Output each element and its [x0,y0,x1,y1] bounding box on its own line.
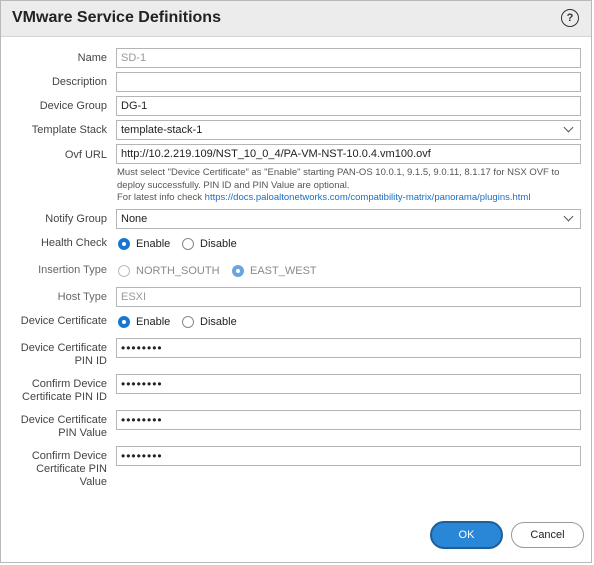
device-certificate-enable-radio[interactable]: Enable [118,316,170,328]
chevron-down-icon [563,211,574,222]
pin-value-label-line2: PIN Value [58,427,107,439]
east-west-label: EAST_WEST [250,265,317,277]
radio-selected-icon [232,265,244,277]
notify-group-value: None [121,213,148,225]
ok-button[interactable]: OK [430,521,503,549]
confirm-pin-id-label: Confirm Device Certificate PIN ID [22,378,107,404]
insertion-north-south-radio[interactable]: NORTH_SOUTH [118,265,220,277]
compatibility-matrix-link[interactable]: https://docs.paloaltonetworks.com/compat… [205,192,531,203]
pin-id-label-line1: Device Certificate [20,342,107,354]
pin-id-label-line2: PIN ID [74,355,107,367]
template-stack-label: Template Stack [31,124,107,136]
cancel-button[interactable]: Cancel [511,522,584,548]
device-certificate-disable-radio[interactable]: Disable [182,316,237,328]
device-group-input[interactable]: DG-1 [116,96,581,116]
health-check-enable-radio[interactable]: Enable [118,238,170,250]
health-check-disable-radio[interactable]: Disable [182,238,237,250]
confirm-pin-id-label-line1: Confirm Device [31,378,107,390]
confirm-pin-value-label-line1: Confirm Device [31,450,107,462]
confirm-pin-value-label: Confirm Device Certificate PIN Value [32,450,107,489]
vmware-service-definitions-dialog: VMware Service Definitions ? Name SD-1 D… [0,0,592,563]
chevron-down-icon [563,122,574,133]
description-input[interactable] [116,72,581,92]
pin-value-label-line1: Device Certificate [20,414,107,426]
template-stack-select[interactable]: template-stack-1 [116,120,581,140]
notify-group-label: Notify Group [45,213,107,225]
ovf-help-prefix: For latest info check [117,192,205,203]
ovf-help-line1: Must select "Device Certificate" as "Ena… [117,167,560,178]
confirm-pin-id-input[interactable]: •••••••• [116,374,581,394]
host-type-label: Host Type [57,291,107,303]
health-check-disable-label: Disable [200,238,237,250]
confirm-pin-value-input[interactable]: •••••••• [116,446,581,466]
radio-selected-icon [118,316,130,328]
confirm-pin-id-label-line2: Certificate PIN ID [22,391,107,403]
radio-selected-icon [118,238,130,250]
host-type-input: ESXI [116,287,581,307]
ovf-url-input[interactable]: http://10.2.219.109/NST_10_0_4/PA-VM-NST… [116,144,581,164]
template-stack-value: template-stack-1 [121,124,203,136]
pin-id-input[interactable]: •••••••• [116,338,581,358]
pin-value-label: Device Certificate PIN Value [21,414,107,440]
confirm-pin-value-label-line3: Value [79,476,107,488]
ovf-help-text: Must select "Device Certificate" as "Ena… [117,167,587,205]
radio-unselected-icon [182,238,194,250]
ovf-help-line2: deploy successfully. PIN ID and PIN Valu… [117,179,350,191]
name-label: Name [77,52,107,64]
pin-id-label: Device Certificate PIN ID [21,342,107,368]
ovf-help-line3: For latest info check https://docs.paloa… [117,192,587,205]
radio-unselected-icon [182,316,194,328]
device-certificate-enable-label: Enable [136,316,171,328]
health-check-enable-label: Enable [136,238,171,250]
dialog-title: VMware Service Definitions [12,9,221,26]
dialog-titlebar: VMware Service Definitions ? [1,1,591,37]
question-circle-icon[interactable]: ? [561,9,579,27]
insertion-type-label: Insertion Type [38,264,107,276]
description-label: Description [51,76,107,88]
name-input[interactable]: SD-1 [116,48,581,68]
notify-group-select[interactable]: None [116,209,581,229]
insertion-east-west-radio[interactable]: EAST_WEST [232,265,317,277]
health-check-label: Health Check [40,237,107,249]
pin-value-input[interactable]: •••••••• [116,410,581,430]
radio-unselected-icon [118,265,130,277]
device-certificate-label: Device Certificate [20,315,107,327]
ovf-url-label: Ovf URL [64,149,107,161]
device-group-label: Device Group [39,100,107,112]
confirm-pin-value-label-line2: Certificate PIN [36,463,107,475]
north-south-label: NORTH_SOUTH [136,265,220,277]
device-certificate-disable-label: Disable [200,316,237,328]
